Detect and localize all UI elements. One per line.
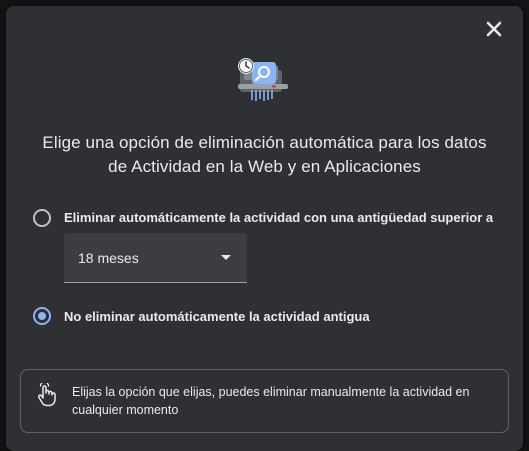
period-select[interactable]: 18 meses (64, 233, 247, 283)
dropdown-arrow-icon (221, 255, 231, 260)
option-label-auto-delete: Eliminar automáticamente la actividad co… (64, 210, 494, 225)
dialog-title-line-2: de Actividad en la Web y en Aplicaciones (108, 157, 421, 176)
close-button[interactable] (482, 17, 506, 41)
clock-search-shredder-icon (234, 56, 294, 108)
period-select-value: 18 meses (78, 250, 139, 266)
option-label-no-auto-delete: No eliminar automáticamente la actividad… (64, 309, 370, 324)
dialog-title: Elige una opción de eliminación automáti… (0, 131, 529, 179)
close-icon (486, 21, 502, 37)
radio-no-auto-delete[interactable] (33, 307, 51, 325)
info-text: Elijas la opción que elijas, puedes elim… (72, 385, 470, 417)
hand-pointer-icon (36, 381, 58, 407)
dialog-title-line-1: Elige una opción de eliminación automáti… (42, 133, 487, 152)
radio-auto-delete[interactable] (33, 209, 51, 227)
